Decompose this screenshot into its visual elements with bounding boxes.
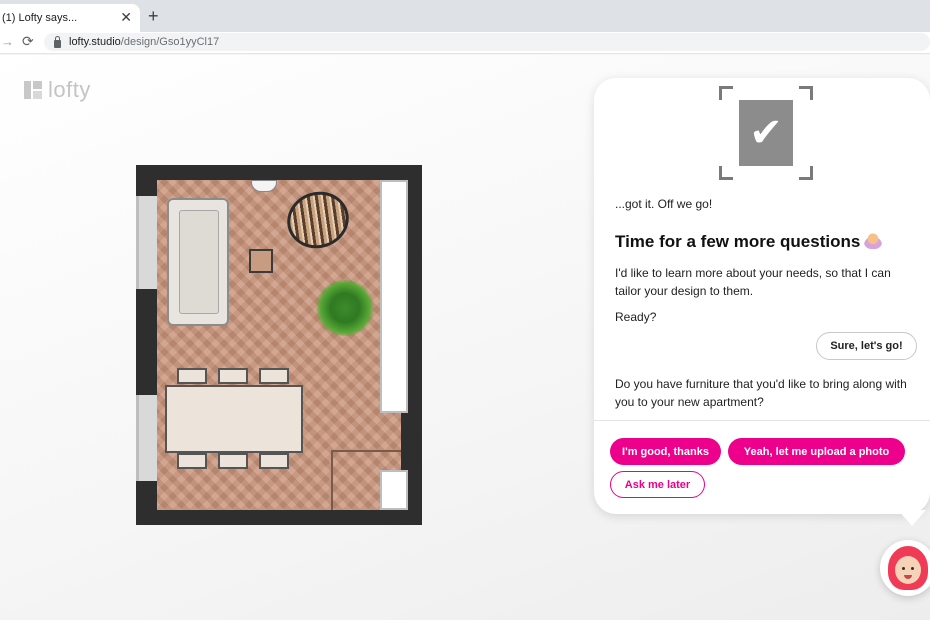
- im-good-button[interactable]: I'm good, thanks: [610, 438, 721, 465]
- tab-title: (1) Lofty says...: [2, 12, 78, 24]
- ask-me-later-button[interactable]: Ask me later: [610, 471, 705, 498]
- forward-icon[interactable]: →: [1, 34, 14, 49]
- browser-toolbar: → ⟳ lofty.studio/design/Gso1yyCl17: [0, 32, 930, 54]
- reload-icon[interactable]: ⟳: [22, 33, 34, 50]
- bot-message-ack: ...got it. Off we go!: [615, 197, 713, 211]
- chair: [218, 453, 248, 469]
- wall-panel-right-bottom: [380, 470, 408, 510]
- sofa: [167, 198, 229, 326]
- logo-text: lofty: [48, 77, 91, 102]
- bot-message-ready: Ready?: [615, 310, 657, 324]
- pouf: [251, 180, 277, 192]
- chair: [218, 368, 248, 384]
- scan-check-graphic: ✔: [719, 86, 813, 180]
- close-icon[interactable]: ✕: [120, 10, 132, 24]
- wall-panel-right: [380, 180, 408, 413]
- bot-headline: Time for a few more questions: [615, 232, 883, 252]
- woman-tipping-hand-icon: [864, 232, 883, 249]
- browser-tab[interactable]: (1) Lofty says... ✕: [0, 4, 140, 32]
- chat-panel: ✔ ...got it. Off we go! Time for a few m…: [594, 78, 930, 514]
- chat-tail: [898, 510, 926, 526]
- side-table: [249, 249, 273, 273]
- upload-photo-button[interactable]: Yeah, let me upload a photo: [728, 438, 905, 465]
- assistant-avatar[interactable]: [880, 540, 930, 596]
- lock-icon: [54, 35, 61, 48]
- chair: [177, 368, 207, 384]
- plant: [315, 280, 375, 336]
- address-bar[interactable]: lofty.studio/design/Gso1yyCl17: [44, 33, 930, 51]
- round-rug: [279, 183, 357, 257]
- window-left-top: [136, 196, 157, 289]
- chair: [259, 368, 289, 384]
- lofty-logo[interactable]: lofty: [24, 77, 91, 103]
- new-tab-icon[interactable]: +: [148, 7, 159, 25]
- divider: [594, 420, 930, 421]
- window-left-bottom: [136, 395, 157, 481]
- floor-area: [157, 180, 401, 510]
- check-icon: ✔: [739, 100, 793, 166]
- lofty-logo-icon: [24, 81, 42, 99]
- url-host: lofty.studio: [69, 36, 121, 48]
- bot-message-intro: I'd like to learn more about your needs,…: [615, 266, 891, 298]
- dining-table: [165, 385, 303, 453]
- floor-plan[interactable]: [136, 165, 422, 525]
- url-path: /design/Gso1yyCl17: [120, 36, 220, 48]
- browser-tab-bar: (1) Lofty says... ✕ +: [0, 0, 930, 32]
- chair: [177, 453, 207, 469]
- chair: [259, 453, 289, 469]
- user-reply-bubble: Sure, let's go!: [816, 332, 917, 360]
- bot-message-question: Do you have furniture that you'd like to…: [615, 377, 907, 409]
